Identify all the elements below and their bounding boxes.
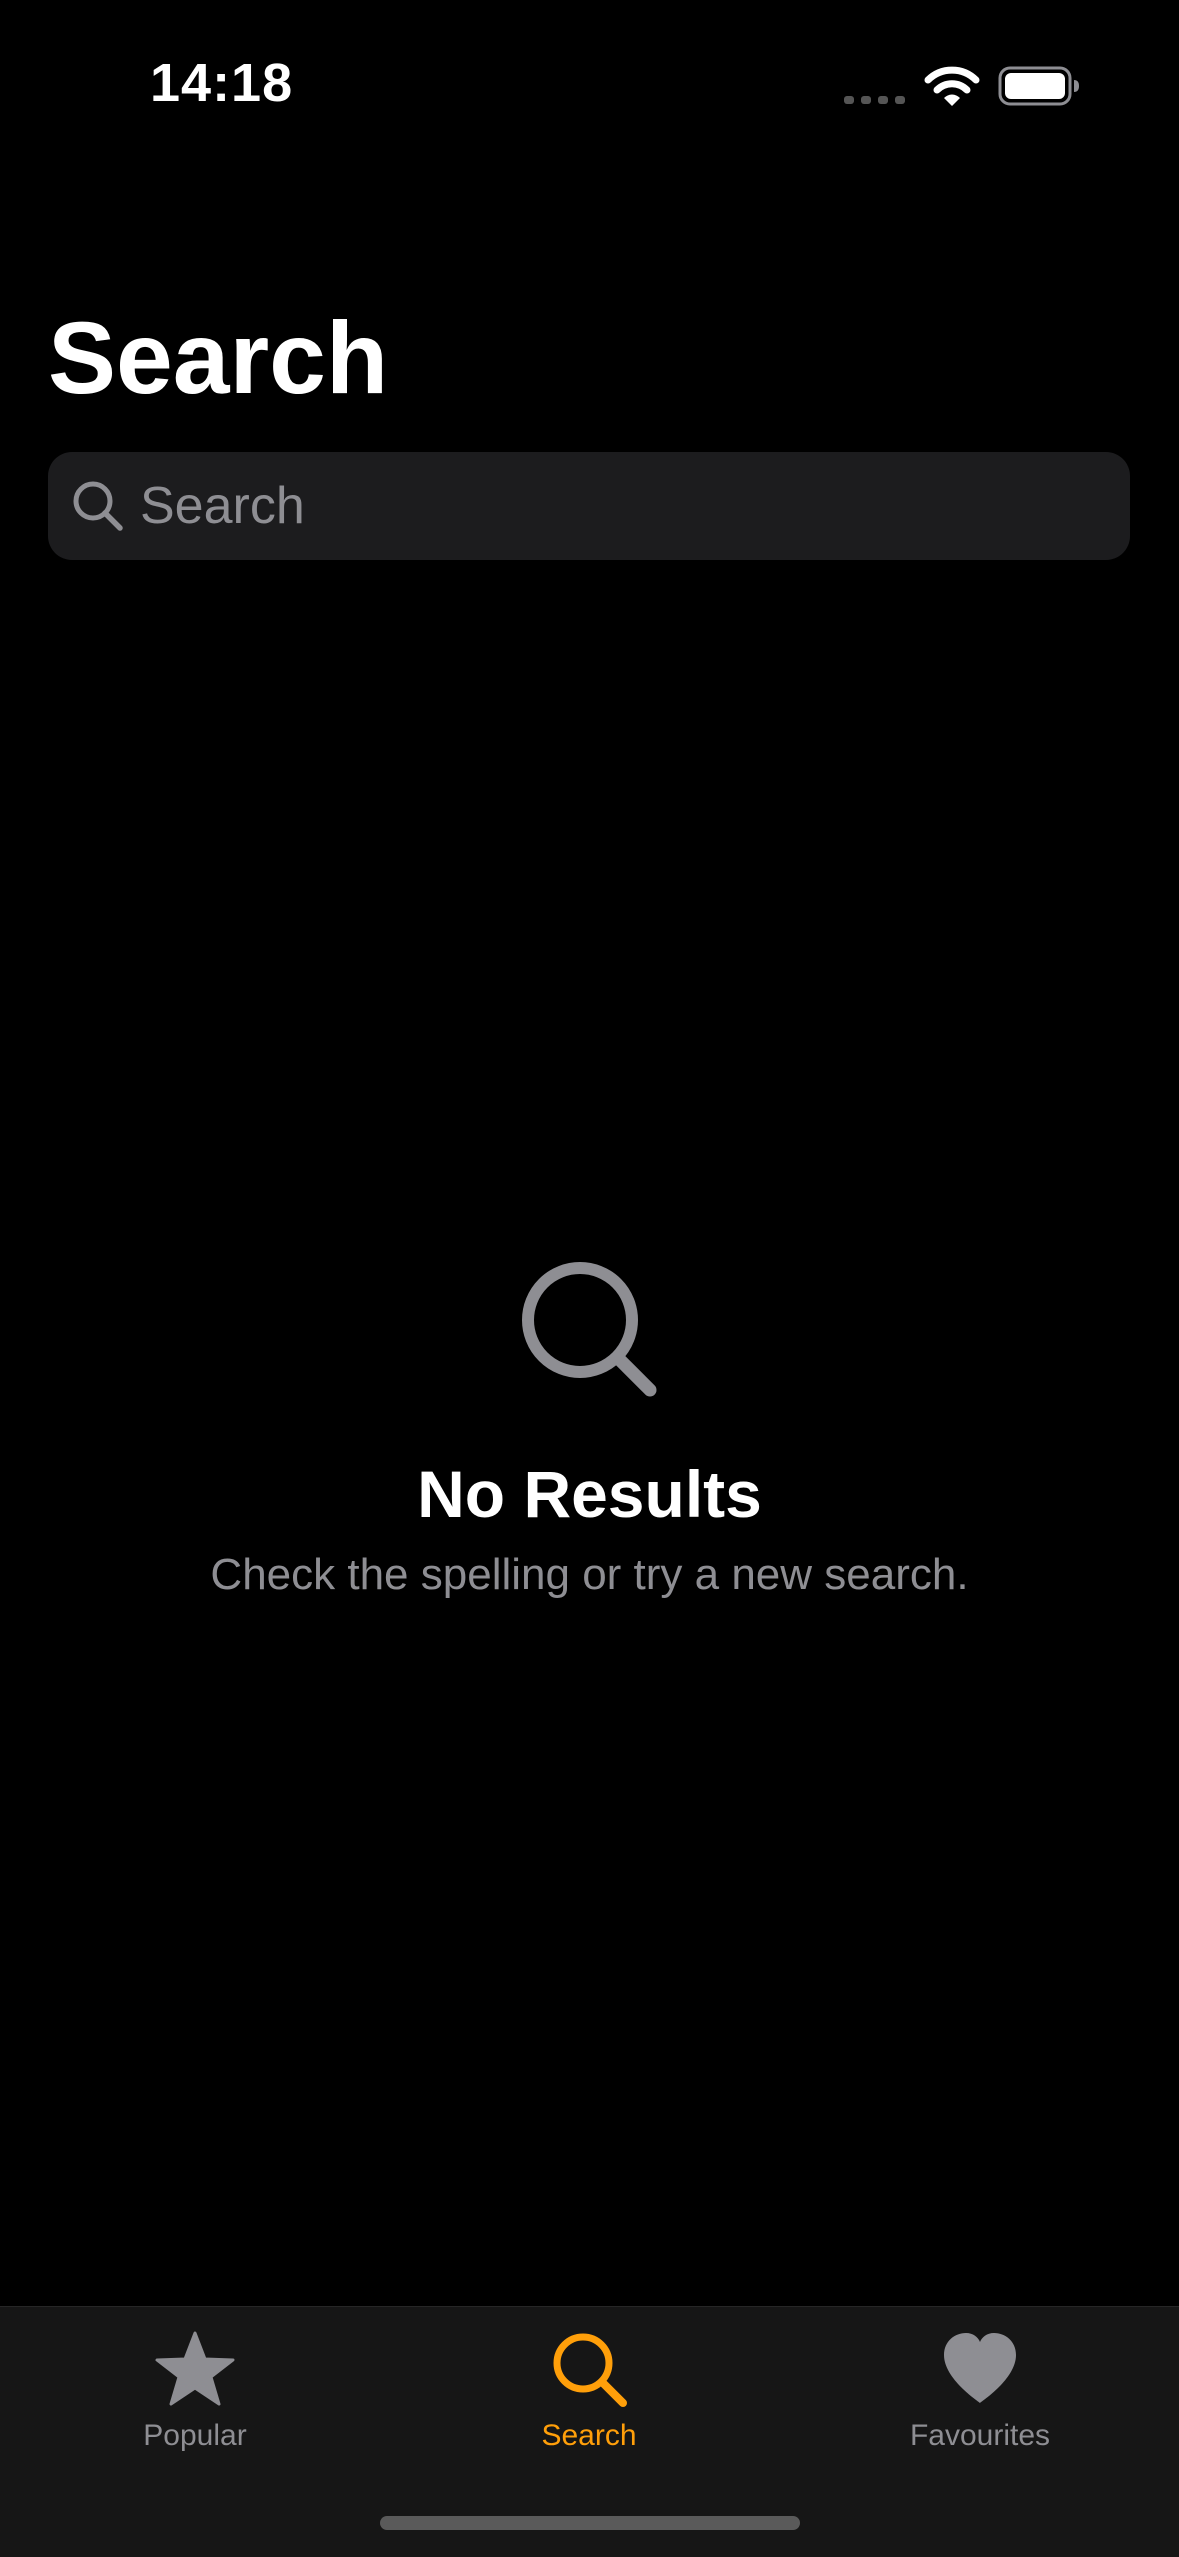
signal-dots-icon — [844, 96, 905, 104]
tab-popular[interactable]: Popular — [65, 2327, 325, 2477]
wifi-icon — [924, 66, 980, 106]
star-icon — [155, 2331, 235, 2406]
tab-label-search: Search — [541, 2419, 637, 2452]
tab-label-popular: Popular — [143, 2419, 247, 2452]
search-icon — [521, 1262, 656, 1397]
search-icon — [553, 2333, 627, 2407]
tab-favourites[interactable]: Favourites — [850, 2327, 1110, 2477]
tab-label-favourites: Favourites — [909, 2419, 1051, 2452]
heart-icon — [944, 2333, 1016, 2403]
page-title: Search — [48, 301, 389, 415]
battery-icon — [998, 66, 1079, 106]
search-field[interactable] — [48, 452, 1130, 560]
status-time: 14:18 — [150, 53, 294, 113]
empty-state: No Results Check the spelling or try a n… — [0, 1258, 1179, 1600]
empty-state-title: No Results — [417, 1457, 762, 1531]
status-bar: 14:18 — [0, 0, 1179, 170]
tab-search[interactable]: Search — [459, 2327, 719, 2477]
home-indicator — [380, 2516, 800, 2530]
search-input[interactable] — [140, 452, 1100, 560]
search-icon — [73, 481, 123, 531]
empty-state-subtitle: Check the spelling or try a new search. — [210, 1550, 969, 1599]
